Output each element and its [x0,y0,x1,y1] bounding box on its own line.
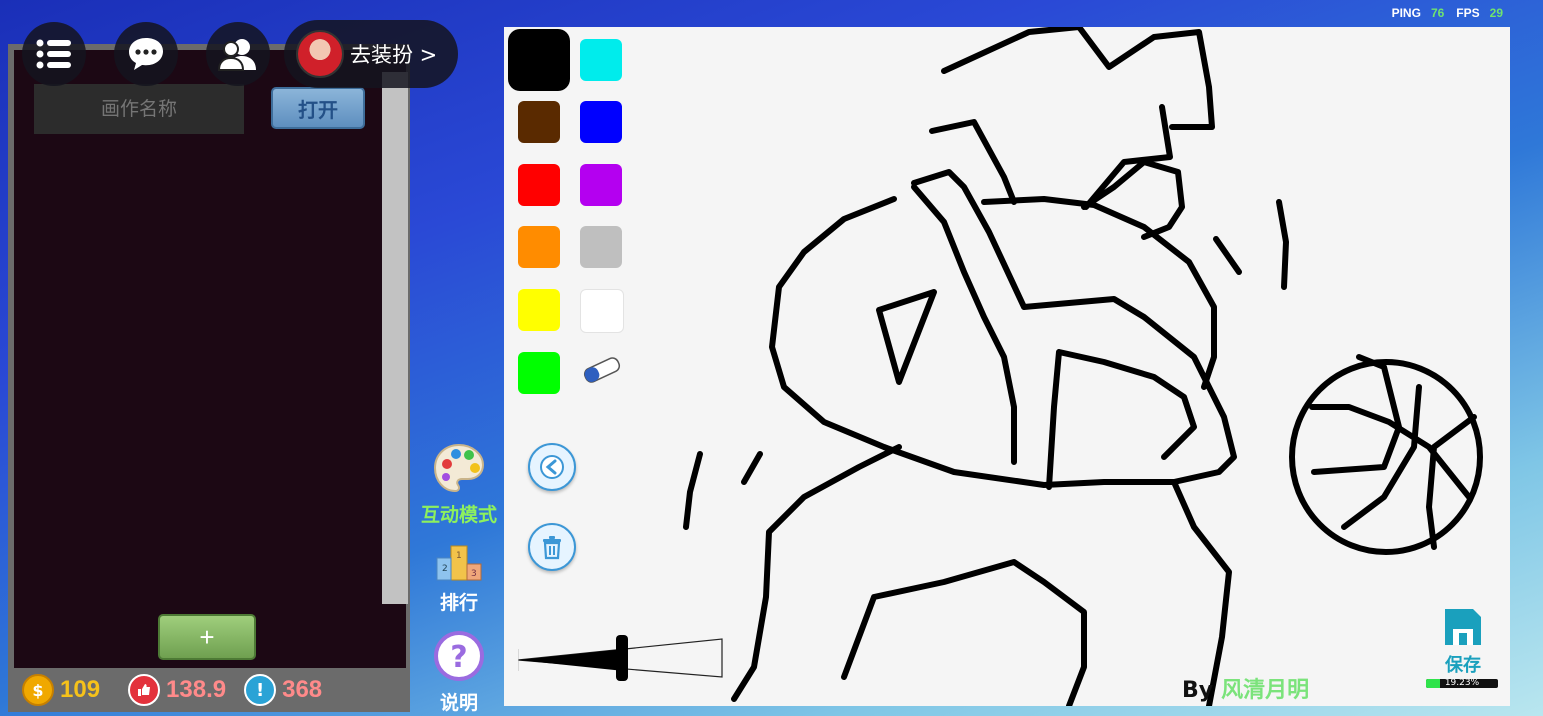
progress-text: 19.23% [1444,679,1480,688]
by-label: By [1182,678,1214,703]
exclamation-icon: ! [244,674,277,706]
color-swatch[interactable] [518,101,560,143]
svg-text:2: 2 [442,564,448,574]
drawing-canvas[interactable]: By 风清月明 保存 19.23% [504,27,1510,706]
ping-value: 76 [1430,6,1445,20]
chat-button[interactable] [114,22,178,86]
artwork-name-input[interactable] [34,84,244,134]
svg-text:1: 1 [456,551,462,561]
author-name: 风清月明 [1221,678,1310,703]
color-swatch[interactable] [518,164,560,206]
slider-handle [616,635,628,681]
like-count: 138.9 [166,676,227,703]
open-button[interactable]: 打开 [271,87,365,129]
back-arrow-icon [540,455,564,479]
palette-icon [433,443,485,493]
svg-text:3: 3 [471,569,477,579]
podium-icon: 213 [436,545,482,581]
drawing-strokes [683,27,1483,706]
menu-button[interactable] [22,22,86,86]
coin-stat: $ 109 [22,674,100,706]
svg-text:?: ? [450,640,467,675]
artist-credit: By 风清月明 [1182,672,1309,704]
friends-icon [218,39,256,71]
color-swatch[interactable] [580,289,624,333]
color-swatch[interactable] [518,226,560,268]
save-progress-bar: 19.23% [1426,679,1498,688]
brush-size-slider[interactable] [517,631,724,687]
undo-button[interactable] [528,443,576,491]
add-artwork-button[interactable]: + [158,614,256,660]
interactive-mode-button[interactable]: 互动模式 [416,442,502,527]
ranking-label: 排行 [439,592,478,614]
like-stat: 138.9 [128,674,226,706]
thumbs-up-icon [128,674,161,706]
color-swatch[interactable] [580,39,622,81]
network-stats: PING 76 FPS 29 [1392,6,1503,20]
chat-bubble-icon [129,38,163,70]
alert-stat: ! 368 [244,674,322,706]
fps-value: 29 [1489,6,1503,20]
coin-icon: $ [22,674,54,706]
color-swatch[interactable] [518,289,560,331]
save-button[interactable]: 保存 19.23% [1426,607,1500,688]
color-swatch-selected[interactable] [508,29,570,91]
save-icon [1445,609,1481,645]
color-swatch[interactable] [580,164,622,206]
interactive-mode-label: 互动模式 [420,504,497,526]
ping-label: PING 76 [1391,6,1445,20]
help-button[interactable]: ? 说明 [416,630,502,715]
user-stats: $ 109 138.9 ! 368 [8,668,410,712]
help-icon: ? [434,631,484,681]
ranking-button[interactable]: 213 排行 [416,542,502,615]
alert-count: 368 [282,676,323,703]
coin-count: 109 [60,676,101,703]
list-scrollbar[interactable] [382,72,408,604]
friends-button[interactable] [206,22,270,86]
avatar [296,30,344,78]
color-swatch[interactable] [580,101,622,143]
fps-label: FPS 29 [1456,6,1503,20]
color-swatch[interactable] [580,226,622,268]
list-icon [36,39,71,69]
help-label: 说明 [439,692,478,714]
artwork-panel: 打开 + $ 109 138.9 ! 368 [8,44,410,712]
clear-canvas-button[interactable] [528,523,576,571]
artwork-list: 打开 + [14,50,408,668]
save-label: 保存 [1445,655,1481,676]
trash-icon [543,536,561,560]
eraser-icon [583,357,621,383]
color-swatch[interactable] [518,352,560,394]
eraser-tool[interactable] [580,352,622,394]
dress-up-button[interactable]: 去装扮 > [284,20,458,88]
dress-up-label: 去装扮 > [350,43,438,67]
